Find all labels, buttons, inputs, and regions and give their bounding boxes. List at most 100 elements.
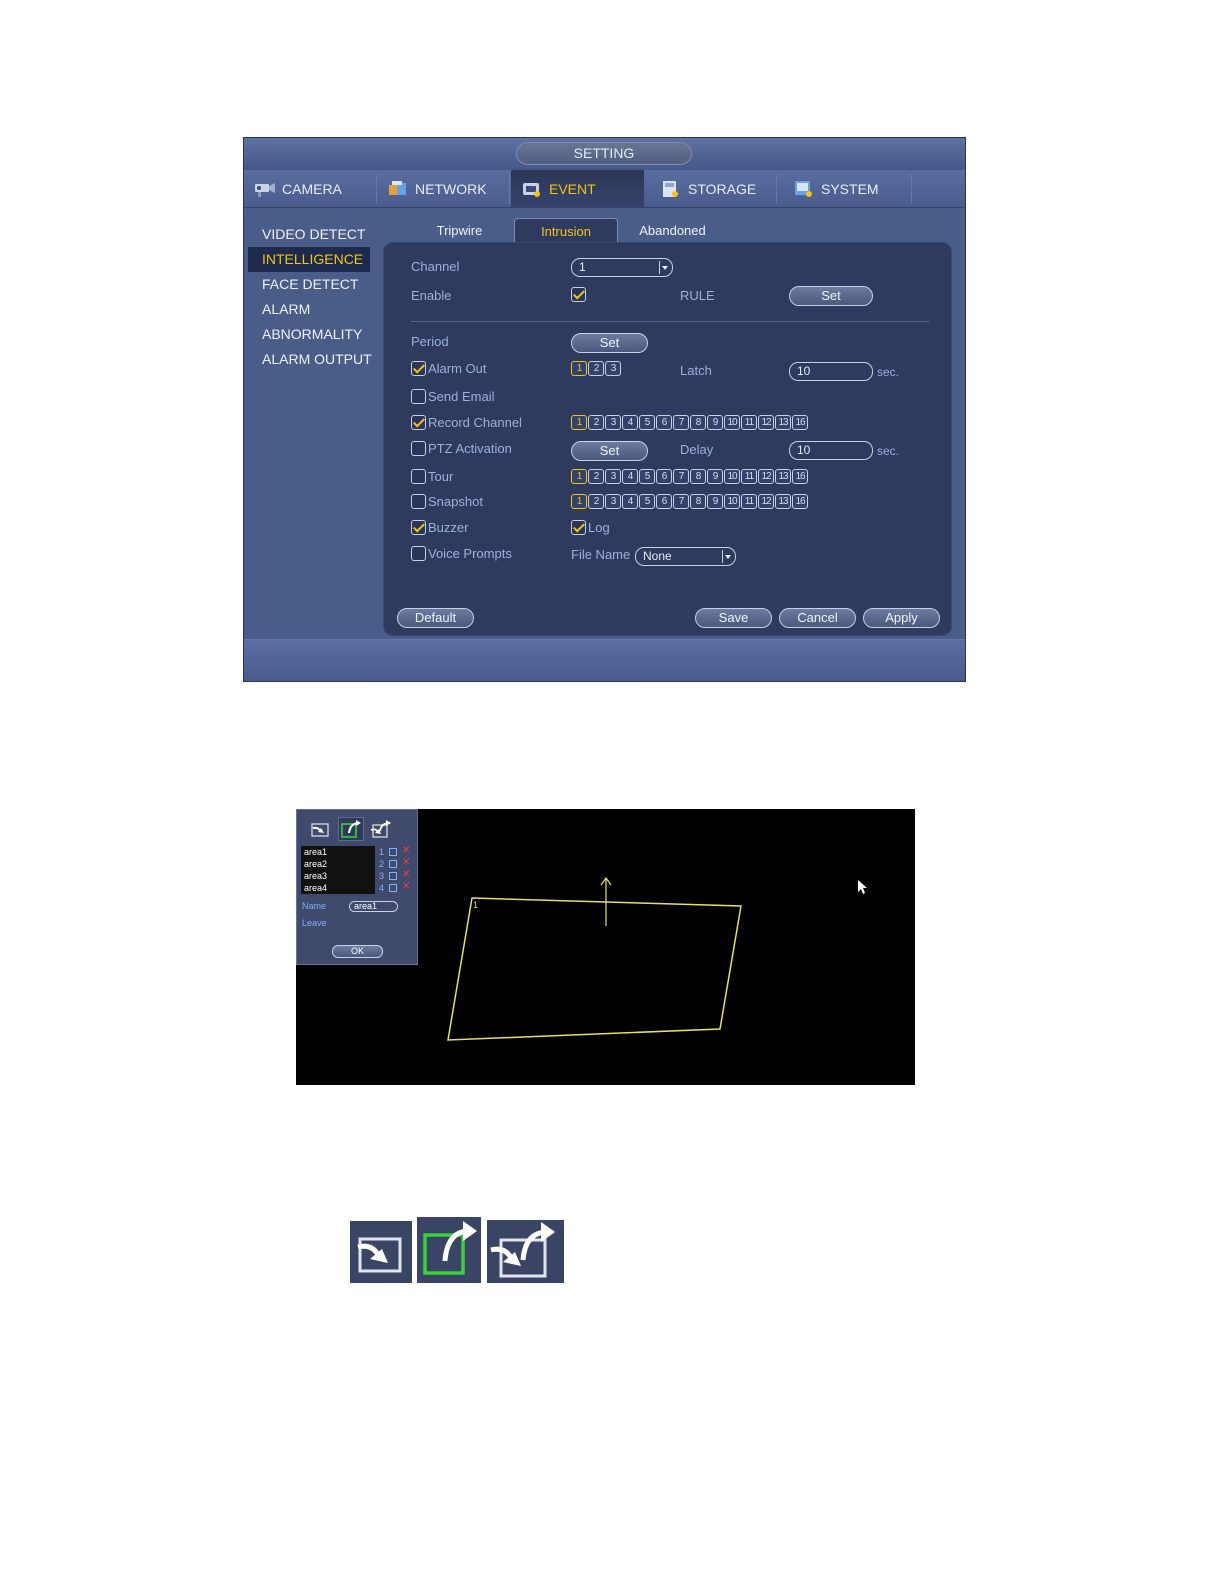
delete-icon[interactable]: ✕ — [402, 881, 410, 893]
channel-number[interactable]: 1 — [571, 494, 587, 509]
rule-set-button[interactable]: Set — [789, 286, 873, 306]
channel-number[interactable]: 9 — [707, 469, 723, 484]
buzzer-checkbox[interactable] — [411, 520, 426, 535]
delete-icon[interactable]: ✕ — [402, 845, 410, 857]
channel-number[interactable]: 13 — [775, 469, 791, 484]
leave-direction-icon-large[interactable] — [417, 1217, 481, 1283]
channel-number[interactable]: 9 — [707, 415, 723, 430]
channel-number[interactable]: 12 — [758, 469, 774, 484]
channel-number[interactable]: 16 — [792, 415, 808, 430]
file-name-select[interactable]: None — [635, 547, 736, 566]
ptz-activation-checkbox[interactable] — [411, 441, 426, 456]
side-item-intelligence[interactable]: INTELLIGENCE — [248, 247, 370, 272]
area-row[interactable]: area4 4 ✕ — [301, 881, 415, 894]
channel-number[interactable]: 4 — [622, 469, 638, 484]
channel-number[interactable]: 6 — [656, 494, 672, 509]
channel-number[interactable]: 7 — [673, 494, 689, 509]
channel-number[interactable]: 4 — [622, 415, 638, 430]
tour-checkbox[interactable] — [411, 469, 426, 484]
alarm-out-channel[interactable]: 3 — [605, 361, 621, 376]
channel-number[interactable]: 12 — [758, 494, 774, 509]
tab-abandoned[interactable]: Abandoned — [620, 218, 725, 243]
channel-number[interactable]: 16 — [792, 494, 808, 509]
channel-number[interactable]: 12 — [758, 415, 774, 430]
channel-number[interactable]: 13 — [775, 494, 791, 509]
tab-tripwire[interactable]: Tripwire — [407, 218, 512, 243]
area-row[interactable]: area1 1 ✕ — [301, 845, 415, 858]
apply-button[interactable]: Apply — [863, 608, 940, 628]
enter-direction-tool[interactable] — [309, 818, 333, 840]
channel-number[interactable]: 5 — [639, 469, 655, 484]
tab-system[interactable]: SYSTEM — [777, 170, 912, 208]
side-item-abnormality[interactable]: ABNORMALITY — [248, 322, 370, 347]
region-draw-view[interactable]: 1 area1 1 ✕ area2 2 ✕ area3 3 ✕ area4 4 … — [296, 809, 915, 1085]
channel-number[interactable]: 16 — [792, 469, 808, 484]
edit-icon[interactable] — [389, 872, 397, 880]
channel-number[interactable]: 11 — [741, 494, 757, 509]
enter-direction-icon-large[interactable] — [350, 1221, 412, 1283]
channel-number[interactable]: 1 — [571, 415, 587, 430]
delay-input[interactable]: 10 — [789, 441, 873, 460]
channel-number[interactable]: 5 — [639, 494, 655, 509]
channel-number[interactable]: 3 — [605, 494, 621, 509]
edit-icon[interactable] — [389, 860, 397, 868]
channel-number[interactable]: 7 — [673, 469, 689, 484]
ptz-set-button[interactable]: Set — [571, 441, 648, 461]
channel-number[interactable]: 2 — [588, 469, 604, 484]
channel-number[interactable]: 9 — [707, 494, 723, 509]
alarm-out-channel[interactable]: 2 — [588, 361, 604, 376]
area-row[interactable]: area2 2 ✕ — [301, 857, 415, 870]
cancel-button[interactable]: Cancel — [779, 608, 856, 628]
channel-number[interactable]: 6 — [656, 415, 672, 430]
leave-direction-tool[interactable] — [338, 817, 364, 841]
channel-number[interactable]: 1 — [571, 469, 587, 484]
period-set-button[interactable]: Set — [571, 333, 648, 353]
delete-icon[interactable]: ✕ — [402, 869, 410, 881]
channel-number[interactable]: 8 — [690, 415, 706, 430]
side-item-alarm[interactable]: ALARM — [248, 297, 370, 322]
latch-input[interactable]: 10 — [789, 362, 873, 381]
tab-event[interactable]: EVENT — [511, 170, 644, 208]
edit-icon[interactable] — [389, 884, 397, 892]
channel-number[interactable]: 10 — [724, 415, 740, 430]
voice-prompts-checkbox[interactable] — [411, 546, 426, 561]
channel-number[interactable]: 11 — [741, 415, 757, 430]
side-item-face-detect[interactable]: FACE DETECT — [248, 272, 370, 297]
channel-number[interactable]: 3 — [605, 415, 621, 430]
edit-icon[interactable] — [389, 848, 397, 856]
channel-select[interactable]: 1 — [571, 258, 673, 277]
channel-number[interactable]: 10 — [724, 494, 740, 509]
channel-number[interactable]: 5 — [639, 415, 655, 430]
default-button[interactable]: Default — [397, 608, 474, 628]
save-button[interactable]: Save — [695, 608, 772, 628]
area-row[interactable]: area3 3 ✕ — [301, 869, 415, 882]
channel-number[interactable]: 4 — [622, 494, 638, 509]
log-checkbox[interactable] — [571, 520, 586, 535]
intrusion-region-outline[interactable] — [447, 897, 742, 1041]
area-name-input[interactable]: area1 — [349, 901, 398, 912]
side-item-video-detect[interactable]: VIDEO DETECT — [248, 222, 370, 247]
snapshot-checkbox[interactable] — [411, 494, 426, 509]
both-directions-icon-large[interactable] — [487, 1220, 564, 1283]
tab-camera[interactable]: CAMERA — [244, 170, 377, 208]
tab-intrusion[interactable]: Intrusion — [514, 218, 618, 243]
channel-number[interactable]: 11 — [741, 469, 757, 484]
tab-storage[interactable]: STORAGE — [644, 170, 777, 208]
send-email-checkbox[interactable] — [411, 389, 426, 404]
alarm-out-channel[interactable]: 1 — [571, 361, 587, 376]
channel-number[interactable]: 2 — [588, 494, 604, 509]
channel-number[interactable]: 13 — [775, 415, 791, 430]
both-directions-tool[interactable] — [369, 818, 393, 840]
channel-number[interactable]: 7 — [673, 415, 689, 430]
enable-checkbox[interactable] — [571, 287, 586, 302]
side-item-alarm-output[interactable]: ALARM OUTPUT — [248, 347, 372, 372]
ok-button[interactable]: OK — [332, 945, 383, 958]
delete-icon[interactable]: ✕ — [402, 857, 410, 869]
tab-network[interactable]: NETWORK — [377, 170, 510, 208]
channel-number[interactable]: 8 — [690, 494, 706, 509]
channel-number[interactable]: 3 — [605, 469, 621, 484]
channel-number[interactable]: 10 — [724, 469, 740, 484]
alarm-out-checkbox[interactable] — [411, 361, 426, 376]
channel-number[interactable]: 6 — [656, 469, 672, 484]
record-channel-checkbox[interactable] — [411, 415, 426, 430]
